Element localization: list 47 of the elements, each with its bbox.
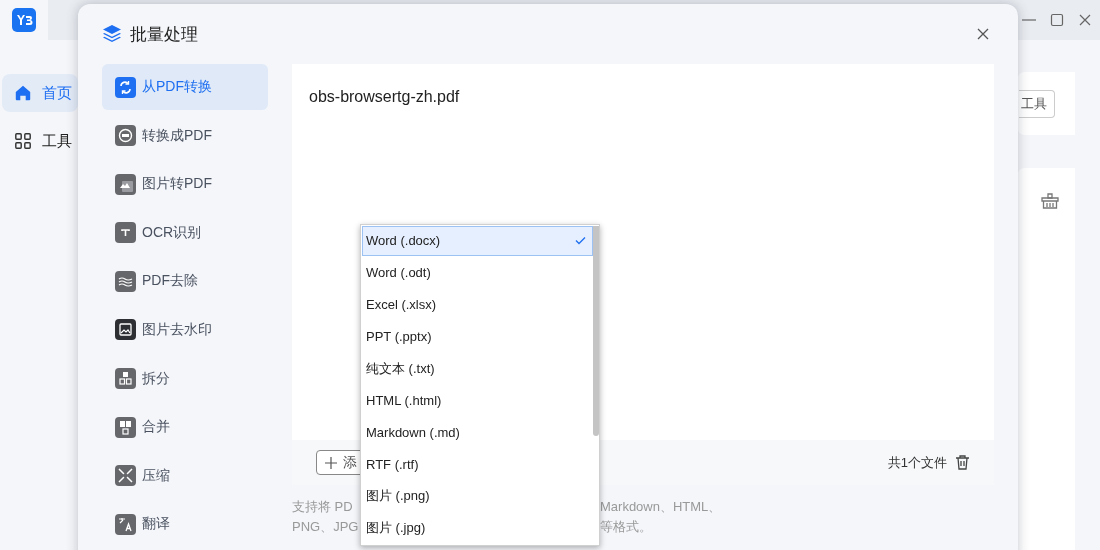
description-text: 等格式。 — [600, 518, 652, 536]
menu-option[interactable]: Word (.odt) — [362, 257, 593, 288]
menu-option[interactable]: 纯文本 (.txt) — [362, 353, 593, 384]
trash-icon[interactable] — [955, 455, 970, 470]
sidebar-item[interactable]: 转换成PDF — [102, 112, 268, 159]
menu-option[interactable]: HTML (.html) — [362, 385, 593, 416]
sidebar-item[interactable]: 翻译 — [102, 501, 268, 548]
maximize-icon — [1050, 13, 1064, 27]
sidebar-item[interactable]: 图片转PDF — [102, 161, 268, 208]
scrollbar-thumb[interactable] — [593, 226, 599, 436]
plus-icon — [325, 456, 337, 469]
description-text: PNG、JPG — [292, 518, 360, 536]
menu-option[interactable]: PPT (.pptx) — [362, 321, 593, 352]
close-icon — [1078, 13, 1092, 27]
sidebar-item[interactable]: 合并 — [102, 404, 268, 451]
nav-item[interactable]: 首页 — [2, 74, 78, 112]
convert-icon — [115, 76, 136, 98]
home-icon — [14, 84, 32, 102]
basket-icon — [1041, 192, 1059, 210]
grid-icon — [14, 132, 32, 150]
menu-option[interactable]: Markdown (.md) — [362, 417, 593, 448]
sidebar-item[interactable]: 从PDF转换 — [102, 64, 268, 110]
minimize-icon — [1022, 19, 1036, 21]
translate-icon — [115, 513, 136, 535]
sidebar-item[interactable]: OCR识别 — [102, 209, 268, 256]
app-logo-icon — [12, 8, 36, 32]
file-count: 共1个文件 — [887, 453, 947, 472]
dialog-title: 批量处理 — [130, 23, 198, 46]
menu-option[interactable]: 图片 (.jpg) — [362, 513, 593, 544]
compress-icon — [115, 465, 136, 487]
close-icon[interactable] — [976, 27, 990, 41]
description-text: 支持将 PD — [292, 498, 354, 516]
nav-item[interactable]: 工具 — [2, 122, 78, 160]
wave-lines-icon — [115, 270, 136, 292]
menu-option[interactable]: Word (.docx) — [362, 226, 593, 256]
sidebar-item[interactable]: 压缩 — [102, 452, 268, 499]
tools-button[interactable]: 工具 — [1019, 89, 1055, 118]
file-name: obs-browsertg-zh.pdf — [309, 88, 461, 106]
description-text: Markdown、HTML、 — [600, 498, 722, 516]
image-stack-icon — [115, 173, 136, 195]
check-icon — [575, 236, 586, 246]
sidebar-item[interactable]: 图片去水印 — [102, 306, 268, 353]
menu-option[interactable]: 图片 (.png) — [362, 481, 593, 512]
menu-option[interactable]: Excel (.xlsx) — [362, 289, 593, 320]
sidebar-item[interactable]: PDF去除 — [102, 258, 268, 305]
layers-icon — [102, 24, 122, 44]
sidebar-item[interactable]: 拆分 — [102, 355, 268, 402]
